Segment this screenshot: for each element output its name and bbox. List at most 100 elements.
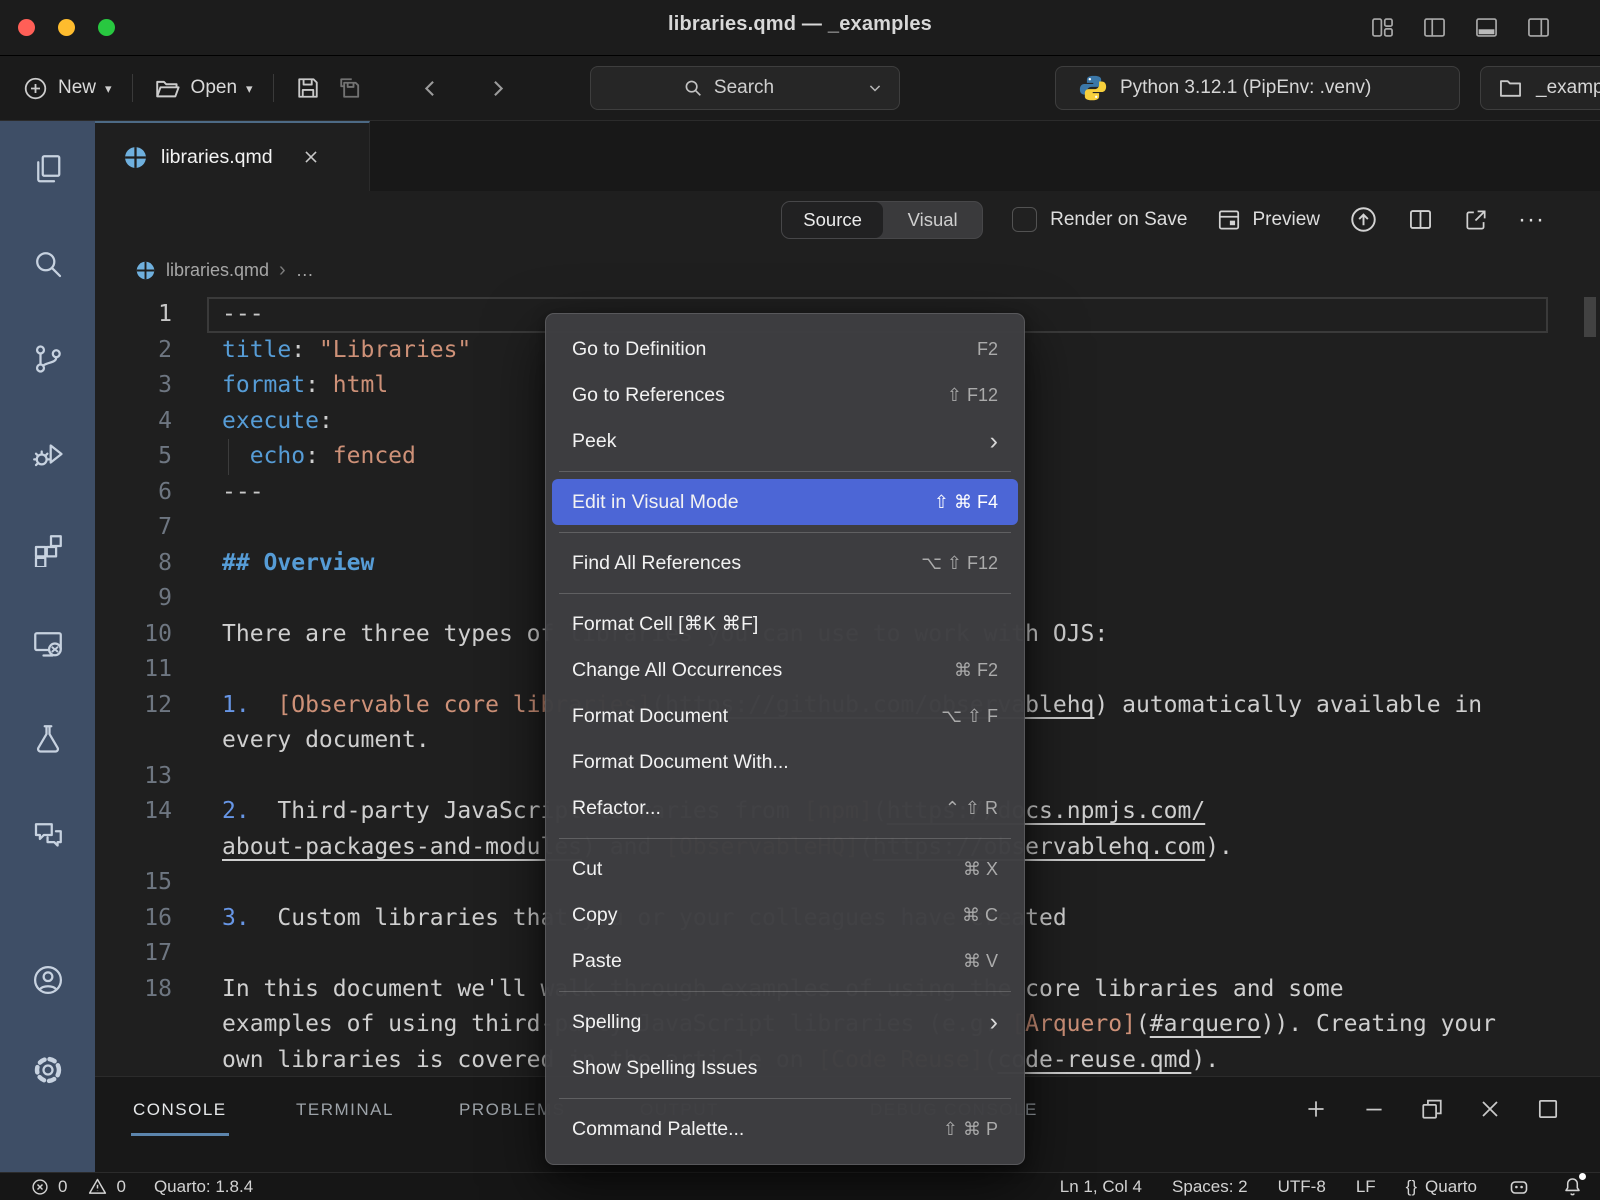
- forward-button[interactable]: [485, 76, 510, 101]
- menu-separator: [546, 586, 1024, 601]
- panel-tab-terminal[interactable]: TERMINAL: [296, 1100, 394, 1120]
- comments-icon[interactable]: [30, 816, 66, 852]
- run-debug-icon[interactable]: [30, 436, 66, 472]
- new-button[interactable]: New ▾: [22, 75, 112, 102]
- search-icon: [682, 77, 704, 99]
- panel-minimize-icon[interactable]: [1360, 1095, 1388, 1123]
- menu-item-spelling[interactable]: Spelling›: [546, 999, 1024, 1045]
- preview-button[interactable]: Preview: [1216, 207, 1320, 233]
- language-label: Quarto: [1425, 1177, 1477, 1197]
- activity-item-files[interactable]: [0, 121, 95, 216]
- menu-item-copy[interactable]: Copy⌘ C: [546, 892, 1024, 938]
- menu-item-format-document[interactable]: Format Document⌥ ⇧ F: [546, 693, 1024, 739]
- toggle-secondary-sidebar-icon[interactable]: [1525, 14, 1552, 41]
- panel-maximize-icon[interactable]: [1534, 1095, 1562, 1123]
- source-control-icon[interactable]: [30, 341, 66, 377]
- menu-item-change-all-occurrences[interactable]: Change All Occurrences⌘ F2: [546, 647, 1024, 693]
- interpreter-selector[interactable]: Python 3.12.1 (PipEnv: .venv): [1055, 66, 1460, 110]
- toggle-visual[interactable]: Visual: [883, 202, 982, 238]
- encoding-status[interactable]: UTF-8: [1278, 1177, 1326, 1197]
- extensions-icon[interactable]: [30, 531, 66, 567]
- testing-icon[interactable]: [30, 721, 66, 757]
- line-number: 2: [95, 333, 172, 369]
- layout-picker-icon[interactable]: [1369, 14, 1396, 41]
- save-icon[interactable]: [294, 74, 322, 102]
- search-icon[interactable]: [30, 246, 66, 282]
- language-mode-status[interactable]: {} Quarto: [1406, 1177, 1477, 1197]
- quarto-file-icon: [135, 260, 156, 281]
- panel-add-icon[interactable]: [1302, 1095, 1330, 1123]
- render-on-save-checkbox[interactable]: [1012, 207, 1037, 232]
- activity-item-search[interactable]: [0, 216, 95, 311]
- menu-item-edit-in-visual-mode[interactable]: Edit in Visual Mode⇧ ⌘ F4: [552, 479, 1018, 525]
- search-input[interactable]: Search: [590, 66, 900, 110]
- notifications-bell-icon[interactable]: [1561, 1175, 1584, 1198]
- menu-item-format-document-with[interactable]: Format Document With...: [546, 739, 1024, 785]
- menu-item-go-to-definition[interactable]: Go to DefinitionF2: [546, 326, 1024, 372]
- remote-explorer-icon[interactable]: [30, 626, 66, 662]
- line-number: 4: [95, 404, 172, 440]
- split-editor-icon[interactable]: [1407, 206, 1434, 233]
- assistant-icon[interactable]: [1507, 1175, 1531, 1199]
- divider: [132, 74, 133, 102]
- menu-separator: [546, 464, 1024, 479]
- line-number: 3: [95, 368, 172, 404]
- breadcrumb[interactable]: libraries.qmd › …: [95, 248, 1600, 293]
- menu-item-command-palette[interactable]: Command Palette...⇧ ⌘ P: [546, 1106, 1024, 1152]
- panel-restore-icon[interactable]: [1418, 1095, 1446, 1123]
- menu-item-show-spelling-issues[interactable]: Show Spelling Issues: [546, 1045, 1024, 1091]
- back-button[interactable]: [418, 76, 443, 101]
- breadcrumb-more[interactable]: …: [296, 260, 314, 281]
- settings-icon[interactable]: [30, 1052, 66, 1088]
- menu-item-go-to-references[interactable]: Go to References⇧ F12: [546, 372, 1024, 418]
- line-number: 14: [95, 794, 172, 830]
- workspace-button[interactable]: _examples: [1480, 66, 1600, 110]
- code-text: ---: [222, 475, 264, 511]
- activity-item-comments[interactable]: [0, 786, 95, 881]
- activity-item-run-debug[interactable]: [0, 406, 95, 501]
- render-document-icon[interactable]: [1349, 205, 1378, 234]
- panel-close-icon[interactable]: [1476, 1095, 1504, 1123]
- problems-status[interactable]: 0 0: [30, 1176, 126, 1197]
- open-button[interactable]: Open ▾: [153, 74, 253, 103]
- chevron-down-icon: ▾: [246, 81, 253, 97]
- menu-item-format-cell-k-f[interactable]: Format Cell [⌘K ⌘F]: [546, 601, 1024, 647]
- files-icon[interactable]: [30, 151, 66, 187]
- breadcrumb-file[interactable]: libraries.qmd: [166, 260, 269, 281]
- source-visual-toggle[interactable]: Source Visual: [781, 201, 983, 239]
- menu-separator: [546, 525, 1024, 540]
- close-tab-icon[interactable]: [300, 146, 322, 168]
- activity-item-source-control[interactable]: [0, 311, 95, 406]
- indentation-status[interactable]: Spaces: 2: [1172, 1177, 1248, 1197]
- open-folder-icon: [153, 74, 182, 103]
- notification-badge: [1579, 1173, 1586, 1180]
- menu-item-paste[interactable]: Paste⌘ V: [546, 938, 1024, 984]
- more-actions-icon[interactable]: ···: [1518, 206, 1545, 234]
- save-all-icon[interactable]: [336, 74, 364, 102]
- panel-tab-console[interactable]: CONSOLE: [133, 1100, 227, 1120]
- tab-libraries-qmd[interactable]: libraries.qmd: [95, 121, 370, 191]
- code-text: every document.: [222, 723, 430, 759]
- line-number: 18: [95, 972, 172, 1008]
- menu-item-cut[interactable]: Cut⌘ X: [546, 846, 1024, 892]
- activity-item-testing[interactable]: [0, 691, 95, 786]
- menu-item-refactor[interactable]: Refactor...⌃ ⇧ R: [546, 785, 1024, 831]
- eol-status[interactable]: LF: [1356, 1177, 1376, 1197]
- search-dropdown-chevron-icon[interactable]: [865, 78, 885, 98]
- account-icon[interactable]: [30, 962, 66, 998]
- toggle-sidebar-icon[interactable]: [1421, 14, 1448, 41]
- menu-item-peek[interactable]: Peek›: [546, 418, 1024, 464]
- open-in-new-window-icon[interactable]: [1463, 207, 1489, 233]
- line-number: 13: [95, 759, 172, 795]
- workspace-label: _examples: [1536, 77, 1600, 99]
- line-number: 8: [95, 546, 172, 582]
- toggle-source[interactable]: Source: [782, 202, 883, 238]
- activity-item-remote-explorer[interactable]: [0, 596, 95, 691]
- toggle-panel-icon[interactable]: [1473, 14, 1500, 41]
- top-action-bar: New ▾ Open ▾ Search Python 3.12.1 (PipEn…: [0, 56, 1600, 121]
- menu-separator: [546, 831, 1024, 846]
- quarto-version-status[interactable]: Quarto: 1.8.4: [154, 1177, 253, 1197]
- cursor-position-status[interactable]: Ln 1, Col 4: [1060, 1177, 1142, 1197]
- activity-item-extensions[interactable]: [0, 501, 95, 596]
- menu-item-find-all-references[interactable]: Find All References⌥ ⇧ F12: [546, 540, 1024, 586]
